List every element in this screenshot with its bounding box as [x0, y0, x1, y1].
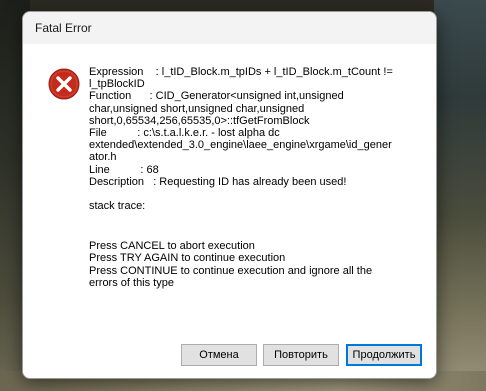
dialog-body: Expression : l_tID_Block.m_tpIDs + l_tID…	[23, 44, 436, 378]
message-line: File : c:\s.t.a.l.k.e.r. - lost alpha dc	[89, 127, 280, 140]
message-line: Line : 68	[89, 163, 159, 176]
message-line: extended\extended_3.0_engine\laee_engine…	[89, 139, 392, 152]
message-line: ator.h	[89, 151, 117, 164]
message-line: l_tpBlockID	[89, 78, 145, 91]
message-line: Description : Requesting ID has already …	[89, 175, 347, 188]
continue-button[interactable]: Продолжить	[346, 344, 422, 366]
dialog-button-bar: Отмена Повторить Продолжить	[23, 332, 436, 378]
try-again-button[interactable]: Повторить	[263, 344, 339, 366]
game-background-right	[434, 0, 486, 391]
message-line: Expression : l_tID_Block.m_tpIDs + l_tID…	[89, 66, 393, 78]
dialog-title: Fatal Error	[35, 21, 92, 35]
stack-trace-label: stack trace:	[89, 200, 146, 213]
instruction-line: Press CANCEL to abort execution	[89, 240, 255, 253]
instruction-line: errors of this type	[89, 276, 174, 289]
error-message: Expression : l_tID_Block.m_tpIDs + l_tID…	[89, 66, 419, 289]
instruction-line: Press TRY AGAIN to continue execution	[89, 252, 286, 265]
dialog-titlebar[interactable]: Fatal Error	[23, 12, 436, 44]
message-line: Function : CID_Generator<unsigned int,un…	[89, 90, 344, 103]
message-line: short,0,65534,256,65535,0>::tfGetFromBlo…	[89, 114, 310, 127]
error-icon	[48, 68, 80, 100]
fatal-error-dialog: Fatal Error Expression : l_tID_Block.m_t…	[22, 11, 437, 379]
instruction-line: Press CONTINUE to continue execution and…	[89, 264, 373, 277]
cancel-button[interactable]: Отмена	[181, 344, 257, 366]
message-line: char,unsigned short,unsigned char,unsign…	[89, 102, 305, 115]
